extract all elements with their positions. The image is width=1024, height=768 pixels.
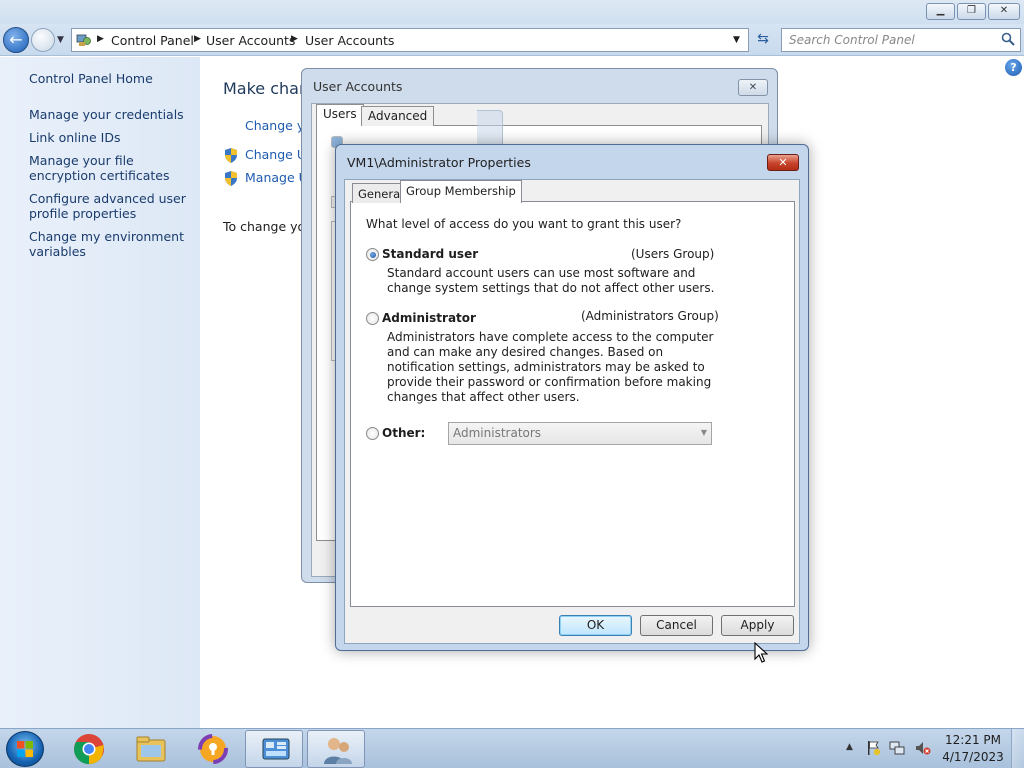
- close-icon: ✕: [748, 82, 758, 93]
- standard-user-radio[interactable]: [366, 248, 379, 261]
- tab-group-membership[interactable]: Group Membership: [400, 180, 522, 203]
- tab-advanced[interactable]: Advanced: [361, 106, 435, 126]
- mouse-cursor-icon: [754, 642, 768, 663]
- chevron-down-icon: ▼: [700, 428, 707, 437]
- forward-button[interactable]: [31, 28, 55, 52]
- taskbar-app[interactable]: [183, 730, 241, 768]
- administrator-label[interactable]: Administrator: [382, 311, 476, 325]
- search-box[interactable]: [781, 28, 1021, 52]
- administrator-description: Administrators have complete access to t…: [387, 330, 714, 404]
- users-group-label: (Users Group): [631, 247, 715, 261]
- other-radio[interactable]: [366, 427, 379, 440]
- refresh-button[interactable]: ⇆: [752, 29, 774, 51]
- system-tray: ▲: [843, 738, 943, 760]
- breadcrumb-separator[interactable]: ▶: [194, 34, 201, 44]
- breadcrumb-separator[interactable]: ▶: [291, 34, 298, 44]
- tasks-sidebar: Control Panel Home Manage your credentia…: [0, 57, 200, 728]
- uac-shield-icon: [225, 171, 237, 186]
- content-text: To change you: [223, 219, 314, 234]
- help-icon[interactable]: ?: [1005, 59, 1022, 76]
- minimize-icon: ▁: [936, 5, 945, 16]
- breadcrumb-user-accounts[interactable]: User Accounts: [206, 33, 295, 48]
- start-button[interactable]: [6, 731, 44, 767]
- user-accounts-close-button[interactable]: ✕: [738, 79, 768, 96]
- volume-muted-icon[interactable]: [915, 740, 931, 756]
- sidebar-item-link-online-ids[interactable]: Link online IDs: [29, 130, 194, 145]
- close-icon: ✕: [999, 5, 1009, 16]
- back-arrow-icon: ←: [9, 30, 23, 49]
- breadcrumb-separator: ▶: [97, 34, 104, 44]
- sidebar-item-profile-properties[interactable]: Configure advanced user profile properti…: [29, 191, 194, 221]
- sidebar-item-file-encryption[interactable]: Manage your file encryption certificates: [29, 153, 194, 183]
- other-label[interactable]: Other:: [382, 426, 425, 440]
- access-level-question: What level of access do you want to gran…: [366, 217, 682, 231]
- back-button[interactable]: ←: [3, 27, 29, 53]
- properties-close-button[interactable]: ✕: [767, 154, 799, 171]
- breadcrumb-control-panel[interactable]: Control Panel: [111, 33, 194, 48]
- restore-icon: ❐: [967, 5, 976, 16]
- dialog-title: VM1\Administrator Properties: [347, 155, 531, 170]
- control-panel-home-link[interactable]: Control Panel Home: [29, 71, 194, 86]
- taskbar-control-panel[interactable]: [245, 730, 303, 768]
- window-close-button[interactable]: ✕: [988, 3, 1020, 20]
- action-center-flag-icon[interactable]: [865, 740, 881, 756]
- maximize-button[interactable]: ❐: [957, 3, 986, 20]
- show-desktop-button[interactable]: [1011, 729, 1024, 768]
- ok-button[interactable]: OK: [559, 615, 632, 636]
- other-group-select[interactable]: Administrators ▼: [448, 422, 712, 445]
- breadcrumb-user-accounts-current[interactable]: User Accounts: [305, 33, 394, 48]
- control-panel-icon: [262, 738, 290, 760]
- sidebar-item-manage-credentials[interactable]: Manage your credentials: [29, 107, 194, 122]
- uac-shield-icon: [225, 148, 237, 163]
- navigation-bar: ← ▼ ▶ Control Panel ▶ User Accounts ▶ Us…: [0, 24, 1024, 56]
- minimize-button[interactable]: ▁: [926, 3, 955, 20]
- clock-date[interactable]: 4/17/2023: [940, 750, 1006, 764]
- address-bar[interactable]: ▶ Control Panel ▶ User Accounts ▶ User A…: [71, 28, 749, 52]
- taskbar-user-accounts[interactable]: [307, 730, 365, 768]
- administrator-radio[interactable]: [366, 312, 379, 325]
- chrome-icon: [74, 734, 104, 765]
- control-panel-icon: [76, 34, 91, 46]
- file-explorer-icon: [136, 736, 166, 762]
- windows-logo-icon: [17, 741, 33, 757]
- apply-button[interactable]: Apply: [721, 615, 794, 636]
- search-input[interactable]: [789, 30, 999, 50]
- standard-user-label[interactable]: Standard user: [382, 247, 478, 261]
- user-accounts-icon: [324, 738, 352, 764]
- app-icon: [198, 734, 228, 764]
- administrator-properties-dialog: VM1\Administrator Properties ✕ What leve…: [335, 144, 809, 651]
- dialog-title: User Accounts: [313, 79, 403, 94]
- address-dropdown-icon[interactable]: ▼: [733, 35, 740, 45]
- sidebar-item-environment-variables[interactable]: Change my environment variables: [29, 229, 194, 259]
- administrators-group-label: (Administrators Group): [581, 309, 719, 323]
- other-group-select-value: Administrators: [453, 426, 542, 440]
- tab-users[interactable]: Users: [316, 104, 364, 126]
- taskbar-file-explorer[interactable]: [121, 730, 179, 768]
- cancel-button[interactable]: Cancel: [640, 615, 713, 636]
- dialog-body: What level of access do you want to gran…: [344, 179, 800, 644]
- search-icon[interactable]: [1001, 32, 1015, 46]
- taskbar-chrome[interactable]: [59, 730, 117, 768]
- window-titlebar: ▁ ❐ ✕: [0, 0, 1024, 24]
- close-icon: ✕: [778, 156, 788, 169]
- clock-time[interactable]: 12:21 PM: [940, 733, 1006, 747]
- taskbar: ▲: [0, 728, 1024, 768]
- group-membership-page: What level of access do you want to gran…: [350, 201, 795, 607]
- refresh-icon: ⇆: [757, 31, 769, 47]
- network-icon[interactable]: [889, 740, 905, 756]
- recent-pages-dropdown[interactable]: ▼: [57, 35, 64, 45]
- show-hidden-icons-arrow[interactable]: ▲: [846, 742, 853, 752]
- standard-user-description: Standard account users can use most soft…: [387, 266, 715, 295]
